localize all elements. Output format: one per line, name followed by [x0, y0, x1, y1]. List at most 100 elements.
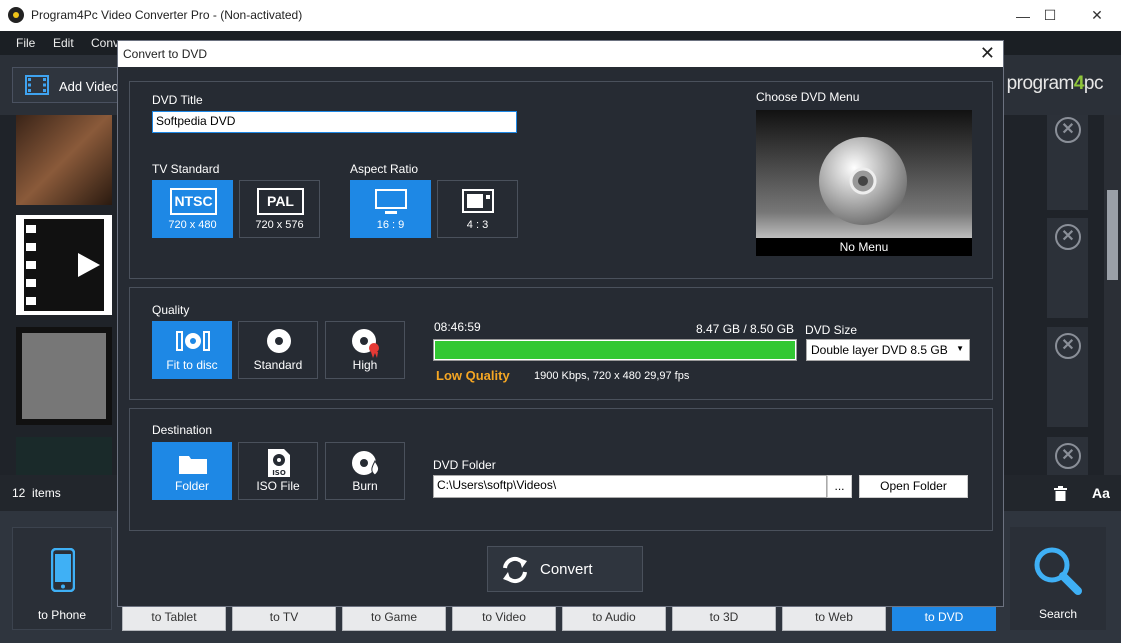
widescreen-icon — [375, 189, 407, 214]
program4pc-logo: program4pc — [1006, 73, 1104, 94]
burn-disc-icon — [352, 451, 380, 476]
add-video-button[interactable]: Add Video — [12, 67, 122, 103]
disc-icon — [819, 137, 907, 225]
size-progress-bar — [433, 339, 797, 361]
quality-level-text: Low Quality — [436, 368, 510, 383]
dvd-menu-preview[interactable]: No Menu — [756, 110, 972, 256]
dest-folder-button[interactable]: Folder — [152, 442, 232, 500]
dest-folder-label: Folder — [174, 479, 209, 493]
quality-standard-button[interactable]: Standard — [238, 321, 318, 379]
tab-to-web[interactable]: to Web — [782, 604, 886, 631]
add-video-label: Add Video — [59, 79, 119, 94]
dialog-close-button[interactable]: ✕ — [980, 43, 995, 64]
disc-high-icon — [352, 329, 379, 358]
convert-button[interactable]: Convert — [487, 546, 643, 592]
list-scrollbar[interactable] — [1104, 115, 1121, 475]
open-folder-button[interactable]: Open Folder — [859, 475, 968, 498]
tab-to-audio[interactable]: to Audio — [562, 604, 666, 631]
tab-to-tablet[interactable]: to Tablet — [122, 604, 226, 631]
menu-convert[interactable]: Conv — [91, 36, 119, 50]
disc-standard-icon — [267, 329, 291, 353]
tv-standard-label: TV Standard — [152, 162, 220, 176]
dvd-title-input[interactable]: Softpedia DVD — [152, 111, 517, 133]
remove-item-icon[interactable]: ✕ — [1055, 333, 1081, 359]
font-size-icon[interactable]: Aa — [1092, 485, 1110, 501]
dvd-settings-panel: DVD Title Softpedia DVD TV Standard NTSC… — [129, 81, 993, 279]
pal-icon: PAL — [257, 188, 304, 215]
quality-standard-label: Standard — [253, 358, 303, 372]
play-video-icon — [16, 215, 112, 315]
remove-item-icon[interactable]: ✕ — [1055, 224, 1081, 250]
dvd-menu-caption: No Menu — [756, 238, 972, 256]
tab-to-video[interactable]: to Video — [452, 604, 556, 631]
aspect-4-3-button[interactable]: 4 : 3 — [437, 180, 518, 238]
convert-to-dvd-dialog: Convert to DVD ✕ DVD Title Softpedia DVD… — [117, 40, 1004, 607]
pal-button[interactable]: PAL 720 x 576 — [239, 180, 320, 238]
quality-fit-button[interactable]: Fit to disc — [152, 321, 232, 379]
trash-icon[interactable] — [1054, 486, 1067, 501]
aspect-16-9-label: 16 : 9 — [376, 219, 405, 231]
dialog-title: Convert to DVD — [123, 47, 208, 61]
search-icon — [1034, 547, 1082, 595]
scrollbar-thumb[interactable] — [1107, 190, 1118, 280]
list-item-actions: ✕ — [1047, 327, 1088, 427]
video-thumbnail[interactable] — [16, 327, 112, 425]
quality-high-label: High — [352, 358, 378, 372]
ntsc-button[interactable]: NTSC 720 x 480 — [152, 180, 233, 238]
duration-text: 08:46:59 — [434, 320, 481, 334]
tab-to-game[interactable]: to Game — [342, 604, 446, 631]
refresh-icon — [503, 556, 527, 584]
tab-to-dvd[interactable]: to DVD — [892, 604, 996, 631]
tv-icon — [462, 189, 494, 213]
list-item-actions: ✕ — [1047, 437, 1088, 475]
tab-to-tv[interactable]: to TV — [232, 604, 336, 631]
remove-item-icon[interactable]: ✕ — [1055, 443, 1081, 469]
dvd-menu-label: Choose DVD Menu — [756, 90, 860, 104]
to-phone-label: to Phone — [37, 608, 87, 622]
dest-iso-button[interactable]: ISO ISO File — [238, 442, 318, 500]
pal-resolution: 720 x 576 — [255, 219, 304, 231]
aspect-4-3-label: 4 : 3 — [466, 219, 489, 231]
search-label: Search — [1038, 607, 1078, 621]
menu-edit[interactable]: Edit — [53, 36, 74, 50]
maximize-button[interactable]: ☐ — [1027, 0, 1073, 31]
destination-label: Destination — [152, 423, 213, 437]
svg-text:ISO: ISO — [272, 469, 286, 477]
film-icon — [25, 75, 49, 95]
destination-panel: Destination Folder ISO ISO File Burn DVD… — [129, 408, 993, 531]
aspect-ratio-label: Aspect Ratio — [350, 162, 419, 176]
dvd-title-label: DVD Title — [152, 93, 203, 107]
search-button[interactable]: Search — [1010, 527, 1106, 630]
folder-icon — [179, 456, 207, 474]
phone-icon — [51, 548, 75, 592]
quality-high-button[interactable]: High — [325, 321, 405, 379]
quality-panel: Quality Fit to disc Standard High 08:46:… — [129, 287, 993, 400]
menu-file[interactable]: File — [16, 36, 35, 50]
dvd-folder-input[interactable]: C:\Users\softp\Videos\ — [433, 475, 827, 498]
browse-button[interactable]: ... — [827, 475, 852, 498]
dvd-size-value: Double layer DVD 8.5 GB — [811, 343, 948, 357]
fit-to-disc-icon — [176, 331, 210, 351]
dialog-titlebar: Convert to DVD ✕ — [118, 41, 1003, 67]
window-titlebar: Program4Pc Video Converter Pro - (Non-ac… — [0, 0, 1121, 31]
dest-burn-label: Burn — [352, 479, 378, 493]
chevron-down-icon: ▼ — [956, 344, 964, 353]
quality-label: Quality — [152, 303, 190, 317]
item-count: 12 items — [12, 486, 61, 500]
video-thumbnail[interactable] — [16, 215, 112, 315]
iso-file-icon: ISO — [268, 449, 290, 477]
dest-iso-label: ISO File — [256, 479, 300, 493]
dest-burn-button[interactable]: Burn — [325, 442, 405, 500]
dvd-size-select[interactable]: Double layer DVD 8.5 GB ▼ — [806, 339, 970, 361]
tab-to-3d[interactable]: to 3D — [672, 604, 776, 631]
aspect-16-9-button[interactable]: 16 : 9 — [350, 180, 431, 238]
window-title: Program4Pc Video Converter Pro - (Non-ac… — [31, 8, 303, 22]
video-thumbnail[interactable] — [16, 437, 112, 475]
to-phone-button[interactable]: to Phone — [12, 527, 112, 630]
dvd-folder-label: DVD Folder — [433, 458, 496, 472]
remove-item-icon[interactable]: ✕ — [1055, 117, 1081, 143]
video-thumbnail[interactable] — [16, 115, 112, 205]
quality-fit-label: Fit to disc — [166, 358, 218, 372]
close-button[interactable]: ✕ — [1074, 0, 1120, 31]
size-progress-fill — [435, 341, 795, 359]
